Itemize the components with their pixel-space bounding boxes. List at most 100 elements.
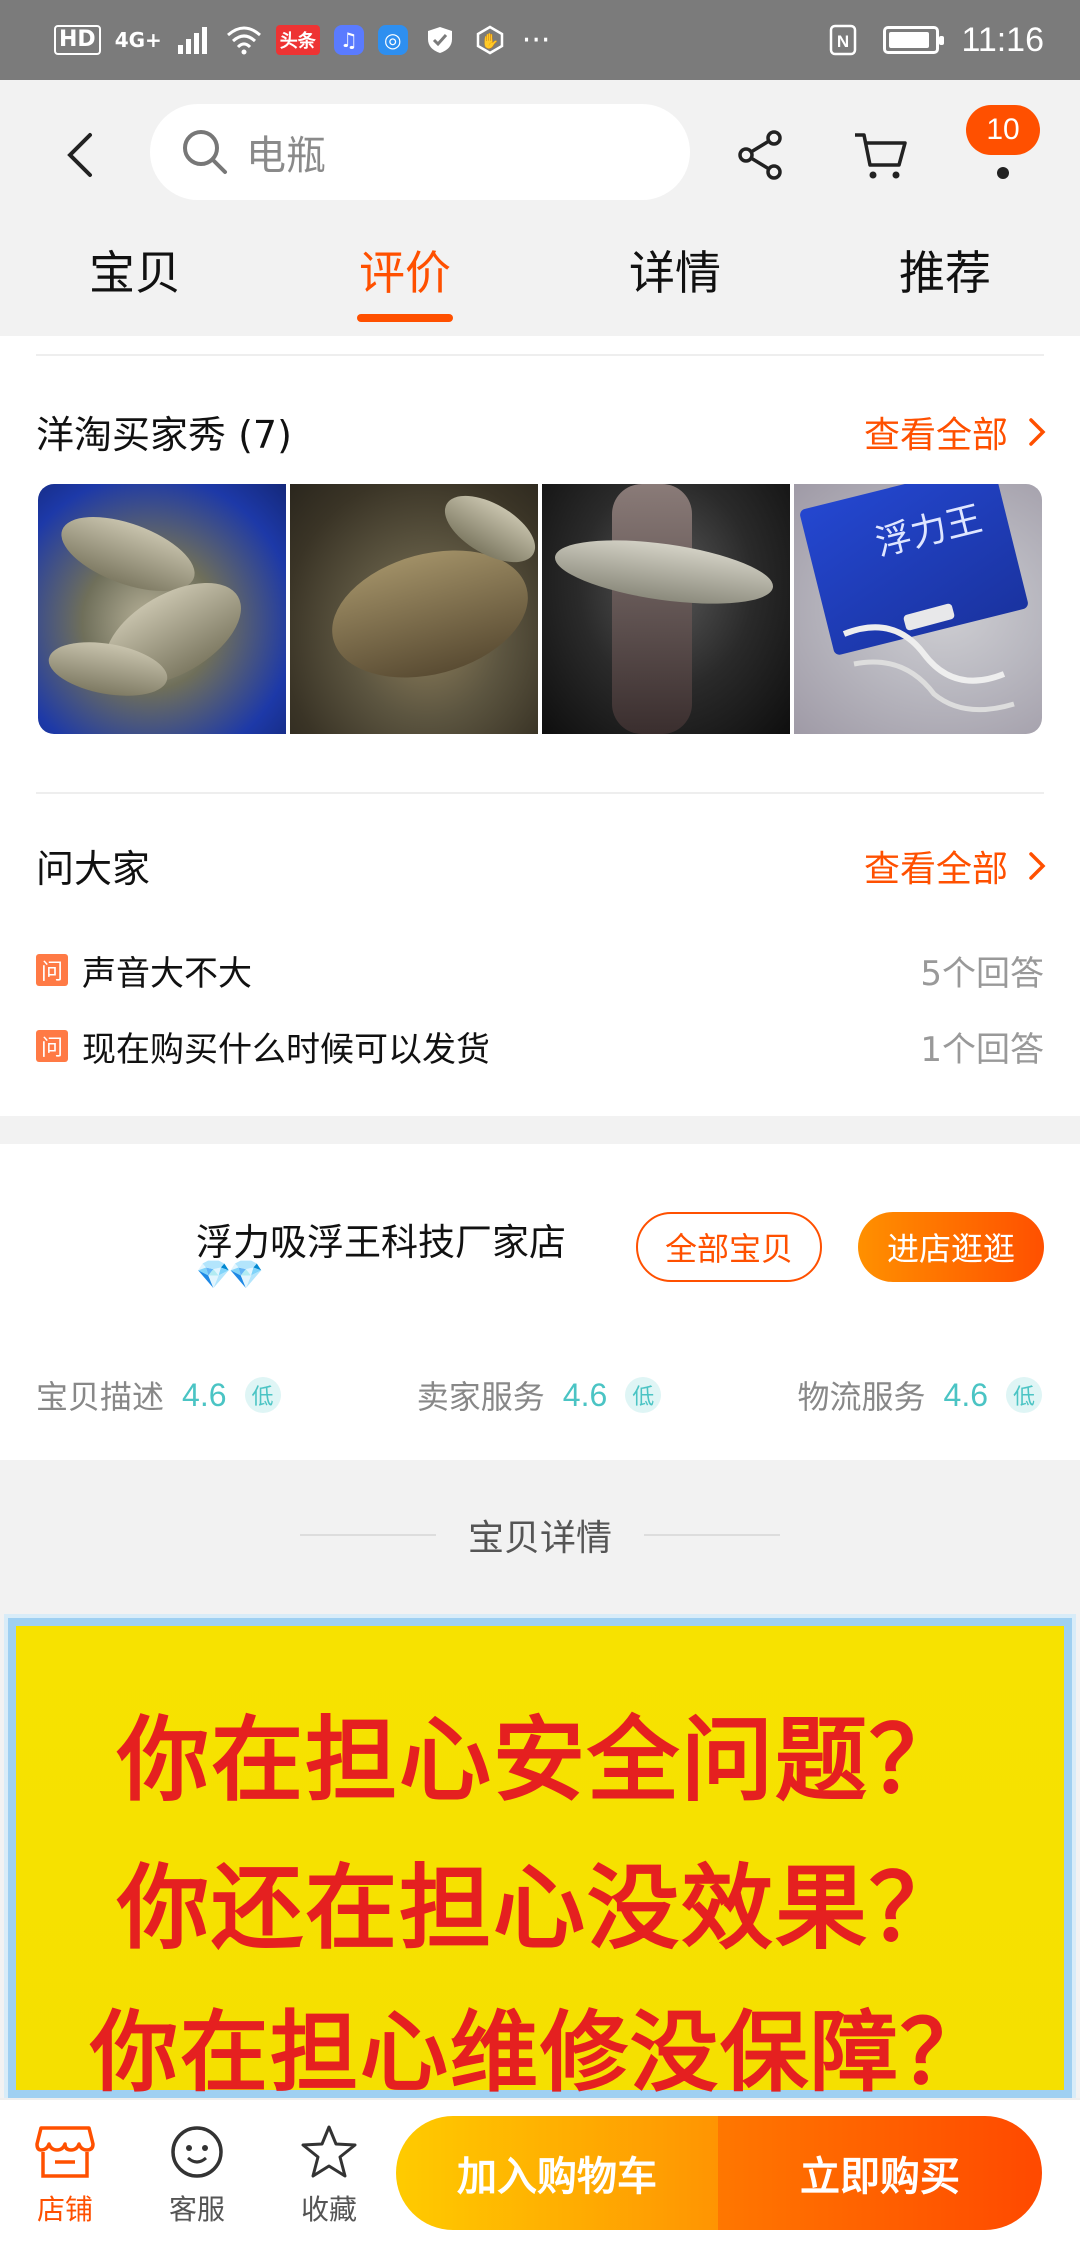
top-header: 电瓶 10 宝贝 评价 详情 推荐	[0, 80, 1080, 336]
answer-count: 1个回答	[920, 1029, 1044, 1070]
divider	[36, 354, 1044, 356]
buyer-photo-3[interactable]	[542, 484, 790, 734]
rating-logistics: 物流服务 4.6 低	[797, 1372, 1042, 1418]
status-bar: HD 4G+ 头条 ♫ ◎ ✋ ··· N 11:16	[0, 0, 1080, 80]
banner-text-line: 你在担心维修没保障？	[89, 2001, 990, 2104]
question-row[interactable]: 问 声音大不大 5个回答	[36, 940, 1044, 1000]
question-tag-icon: 问	[36, 1030, 68, 1062]
cart-button[interactable]	[846, 120, 916, 190]
divider	[36, 792, 1044, 794]
wifi-icon	[226, 22, 262, 58]
question-row[interactable]: 问 现在购买什么时候可以发货 1个回答	[36, 1016, 1044, 1076]
rating-service: 卖家服务 4.6 低	[417, 1372, 662, 1418]
question-text: 声音大不大	[82, 953, 252, 994]
shop-icon	[35, 2126, 95, 2178]
see-all-label: 查看全部	[863, 849, 1008, 890]
browser-app-icon: ◎	[377, 25, 408, 55]
rating-value: 4.6	[182, 1376, 227, 1413]
search-placeholder: 电瓶	[246, 133, 326, 179]
divider	[644, 1534, 780, 1536]
shop-label: 店铺	[36, 2193, 93, 2226]
tab-label-reviews: 评价	[359, 246, 451, 300]
share-button[interactable]	[726, 120, 796, 190]
details-title: 宝贝详情	[467, 1518, 612, 1559]
question-tag-icon: 问	[36, 954, 68, 986]
banner-text-line: 你还在担心没效果？	[116, 1855, 963, 1962]
hand-icon: ✋	[472, 22, 508, 58]
chevron-right-icon	[1029, 852, 1046, 880]
store-level-diamonds: 💎💎	[196, 1258, 264, 1291]
rating-value: 4.6	[562, 1376, 608, 1413]
rating-value: 4.6	[943, 1376, 988, 1413]
buy-now-button[interactable]: 立即购买	[718, 2116, 1042, 2230]
battery-icon	[883, 26, 945, 54]
ask-everyone-title: 问大家	[36, 847, 151, 891]
signal-icon	[176, 22, 212, 58]
share-icon	[738, 130, 782, 180]
tab-reviews[interactable]: 评价	[270, 228, 540, 336]
shield-check-icon	[422, 22, 458, 58]
tab-details[interactable]: 详情	[540, 228, 810, 336]
reviews-card: 洋淘买家秀 (7) 查看全部 浮力王 问大家 查看全部 问 声音大不大 5个回答…	[0, 336, 1080, 1116]
answer-count: 5个回答	[920, 953, 1044, 994]
shop-button[interactable]: 店铺	[10, 2124, 120, 2228]
store-ratings: 宝贝描述 4.6 低 卖家服务 4.6 低 物流服务 4.6 低	[36, 1370, 1042, 1420]
details-banner-image: 你在担心安全问题？ 你还在担心没效果？ 你在担心维修没保障？	[4, 1614, 1076, 2104]
details-section-header: 宝贝详情	[0, 1460, 1080, 1610]
rating-level-badge: 低	[1006, 1377, 1042, 1413]
rating-description: 宝贝描述 4.6 低	[36, 1372, 281, 1418]
news-app-icon: 头条	[275, 25, 320, 55]
all-items-button[interactable]: 全部宝贝	[636, 1212, 822, 1282]
buyer-photos: 浮力王	[38, 484, 1042, 734]
more-menu-dot[interactable]	[997, 167, 1009, 179]
star-icon	[301, 2125, 357, 2178]
cart-icon	[855, 133, 907, 179]
buyer-show-see-all-link[interactable]: 查看全部	[864, 406, 1046, 458]
more-notifications: ···	[521, 22, 551, 58]
rating-level-badge: 低	[244, 1377, 281, 1413]
rating-label: 卖家服务	[416, 1378, 545, 1416]
enter-store-button[interactable]: 进店逛逛	[858, 1212, 1044, 1282]
network-indicator: 4G+	[114, 28, 162, 52]
divider	[299, 1534, 436, 1536]
tab-label-recommend: 推荐	[899, 246, 991, 300]
favorite-label: 收藏	[300, 2193, 357, 2226]
buyer-photo-1[interactable]	[38, 484, 286, 734]
add-to-cart-button[interactable]: 加入购物车	[396, 2116, 718, 2230]
service-face-icon	[171, 2126, 223, 2178]
buyer-photo-4[interactable]: 浮力王	[794, 484, 1042, 734]
battery-level	[889, 32, 930, 48]
hd-indicator: HD	[54, 25, 101, 55]
search-input[interactable]: 电瓶	[150, 104, 690, 200]
tab-item[interactable]: 宝贝	[0, 228, 270, 336]
store-card: 浮力吸浮王科技厂家店 💎💎 全部宝贝 进店逛逛 宝贝描述 4.6 低 卖家服务 …	[0, 1144, 1080, 1460]
chevron-left-icon	[67, 133, 92, 177]
buyer-photo-2[interactable]	[290, 484, 538, 734]
svg-text:N: N	[837, 32, 849, 51]
tab-label-details: 详情	[629, 246, 721, 300]
search-icon	[183, 130, 227, 174]
ask-see-all-link[interactable]: 查看全部	[864, 840, 1046, 892]
active-tab-indicator	[357, 314, 453, 322]
svg-text:✋: ✋	[480, 32, 499, 50]
clock: 11:16	[961, 20, 1044, 59]
rating-level-badge: 低	[625, 1377, 662, 1413]
tab-label-item: 宝贝	[89, 246, 181, 300]
bottom-action-bar: 店铺 客服 收藏 加入购物车 立即购买	[0, 2098, 1080, 2244]
buyer-show-title: 洋淘买家秀 (7)	[36, 413, 292, 457]
rating-label: 宝贝描述	[36, 1378, 165, 1416]
tab-recommend[interactable]: 推荐	[810, 228, 1080, 336]
back-button[interactable]	[44, 120, 114, 190]
customer-service-button[interactable]: 客服	[142, 2124, 252, 2228]
music-app-icon: ♫	[333, 25, 364, 55]
banner-text-line: 你在担心安全问题？	[116, 1707, 963, 1814]
cart-count-badge[interactable]: 10	[966, 105, 1040, 155]
favorite-button[interactable]: 收藏	[274, 2124, 384, 2228]
tab-bar: 宝贝 评价 详情 推荐	[0, 228, 1080, 336]
chevron-right-icon	[1029, 418, 1046, 446]
rating-label: 物流服务	[797, 1378, 926, 1416]
nfc-icon: N	[825, 22, 861, 58]
question-text: 现在购买什么时候可以发货	[82, 1029, 490, 1070]
service-label: 客服	[168, 2193, 225, 2226]
see-all-label: 查看全部	[863, 415, 1008, 456]
